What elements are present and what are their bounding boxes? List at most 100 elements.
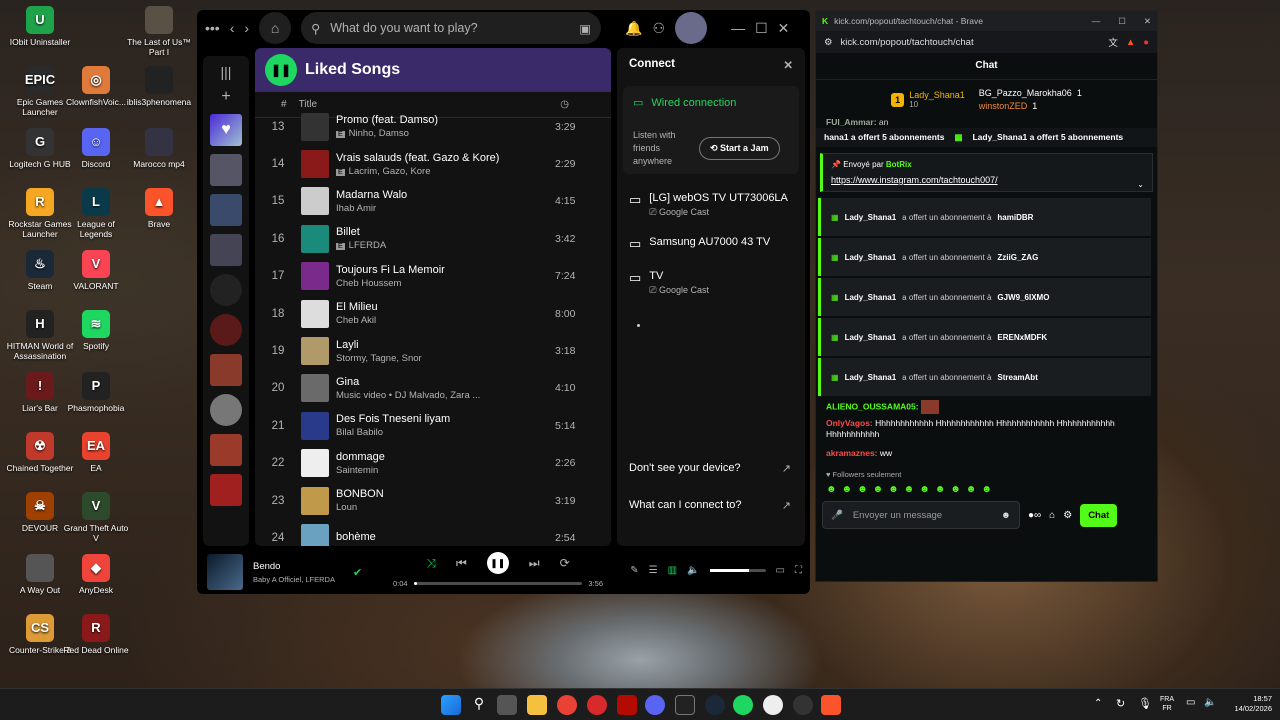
windows-start-icon[interactable] [441, 695, 461, 715]
track-row[interactable]: 24 bohème 2:54 [255, 519, 611, 546]
brave-shield-icon[interactable]: ▲ [1126, 37, 1135, 48]
gift-from[interactable]: Lady_Shana1 [845, 373, 897, 382]
task-view-icon[interactable] [497, 695, 517, 715]
track-artist[interactable]: Cheb Akil [336, 315, 376, 326]
now-playing-artist[interactable]: Baby A Officiel, LFERDA [253, 575, 347, 584]
playlist-thumb[interactable] [210, 154, 242, 186]
track-title[interactable]: Gina [336, 376, 555, 388]
home-button[interactable]: ⌂ [259, 12, 292, 44]
emote[interactable]: ☻ [904, 484, 915, 495]
check-icon[interactable]: ✔ [353, 566, 362, 579]
track-artist[interactable]: Ihab Amir [336, 203, 376, 214]
minimize-icon[interactable]: — [1092, 16, 1101, 26]
gift-from[interactable]: Lady_Shana1 [845, 333, 897, 342]
tray-app-icon[interactable]: ↻ [1116, 697, 1125, 710]
track-artist[interactable]: Stormy, Tagne, Snor [336, 353, 422, 364]
track-title[interactable]: dommage [336, 451, 555, 463]
miniplayer-icon[interactable]: ▭ [776, 565, 785, 576]
track-title[interactable]: El Milieu [336, 301, 555, 313]
help-link-device[interactable]: Don't see your device? ↗ [629, 462, 791, 475]
connect-device-icon[interactable]: ▥ [668, 565, 677, 576]
desktop-icon[interactable]: The Last of Us™ Part I [123, 6, 195, 57]
emote[interactable]: ☻ [981, 484, 992, 495]
progress-bar[interactable] [413, 582, 583, 585]
volume-icon[interactable]: 🔈 [1204, 697, 1216, 708]
emoji-icon[interactable]: ☻ [1001, 510, 1011, 521]
help-link-connect[interactable]: What can I connect to? ↗ [629, 499, 791, 512]
search-input[interactable]: What do you want to play? [330, 21, 569, 35]
device-item[interactable]: ▭ Samsung AU7000 43 TV [629, 236, 793, 252]
track-artist[interactable]: Cheb Houssem [336, 278, 401, 289]
translate-icon[interactable]: 文 [1108, 35, 1118, 49]
desktop-icon[interactable]: ◆ AnyDesk [60, 554, 132, 595]
track-artist[interactable]: Music video • DJ Malvado, Zara ... [336, 390, 480, 401]
msg-user[interactable]: ALIENO_OUSSAMA05: [826, 401, 919, 411]
track-artist[interactable]: Lacrim, Gazo, Kore [349, 166, 431, 177]
acrobat-icon[interactable] [617, 695, 637, 715]
maximize-icon[interactable]: ☐ [755, 20, 768, 37]
track-row[interactable]: 13 Promo (feat. Damso) E Ninho, Damso 3:2… [255, 108, 611, 145]
gift-to[interactable]: GJW9_6IXMO [997, 293, 1049, 302]
queue-icon[interactable]: ☰ [649, 565, 658, 576]
gift-to[interactable]: StreamAbt [997, 373, 1037, 382]
forward-icon[interactable]: › [244, 20, 249, 36]
msg-user[interactable]: OnlyVagos: [826, 418, 873, 428]
app-icon[interactable] [675, 695, 695, 715]
track-row[interactable]: 18 El Milieu Cheb Akil 8:00 [255, 295, 611, 332]
file-explorer-icon[interactable] [527, 695, 547, 715]
now-playing-title[interactable]: Bendo [253, 561, 347, 572]
track-title[interactable]: Layli [336, 339, 555, 351]
fullscreen-icon[interactable]: ⛶ [795, 565, 802, 576]
col-title[interactable]: Title [299, 99, 549, 110]
avatar[interactable] [675, 12, 708, 44]
msg-user[interactable]: FUI_Ammar: [826, 117, 877, 127]
desktop-icon[interactable]: U IObit Uninstaller [4, 6, 76, 47]
spotify-icon[interactable] [733, 695, 753, 715]
track-title[interactable]: Vrais salauds (feat. Gazo & Kore) [336, 152, 555, 164]
playlist-thumb[interactable] [210, 274, 242, 306]
library-icon[interactable]: ||| [221, 64, 232, 80]
pinned-user[interactable]: BotRix [886, 160, 912, 169]
desktop-icon[interactable]: ≋ Spotify [60, 310, 132, 351]
back-icon[interactable]: ‹ [230, 20, 235, 36]
desktop-icon[interactable]: EA EA [60, 432, 132, 473]
language-indicator[interactable]: FRA FR [1160, 695, 1174, 713]
extension-icon[interactable]: ● [1143, 37, 1149, 48]
emote[interactable]: ☻ [888, 484, 899, 495]
desktop-icon[interactable]: iblis3phenomena [123, 66, 195, 107]
track-title[interactable]: Billet [336, 226, 555, 238]
desktop-icon[interactable]: V Grand Theft Auto V [60, 492, 132, 543]
device-item[interactable]: ▭ TV ⎚ Google Cast [629, 270, 793, 296]
opera-icon[interactable] [587, 695, 607, 715]
emote[interactable]: ☻ [857, 484, 868, 495]
track-title[interactable]: BONBON [336, 488, 555, 500]
desktop-icon[interactable]: R Red Dead Online [60, 614, 132, 655]
emote[interactable]: ☻ [842, 484, 853, 495]
site-settings-icon[interactable]: ⚙ [824, 37, 833, 48]
chatgpt-icon[interactable] [763, 695, 783, 715]
gift-from[interactable]: Lady_Shana1 [845, 293, 897, 302]
brave-icon[interactable] [821, 695, 841, 715]
desktop-icon[interactable]: ☺ Discord [60, 128, 132, 169]
emote[interactable]: ☻ [826, 484, 837, 495]
browse-icon[interactable]: ▣ [579, 21, 591, 36]
previous-icon[interactable]: ⏮ [456, 556, 467, 571]
track-row[interactable]: 22 dommage Saintemin 2:26 [255, 445, 611, 482]
clock[interactable]: 18:57 14/02/2026 [1226, 694, 1272, 714]
msg-user[interactable]: akramaznes: [826, 448, 878, 458]
track-row[interactable]: 17 Toujours Fi La Memoir Cheb Houssem 7:… [255, 258, 611, 295]
volume-icon[interactable]: 🔈 [687, 565, 699, 576]
top3-name[interactable]: winstonZED [979, 101, 1028, 111]
desktop-icon[interactable]: Marocco mp4 [123, 128, 195, 169]
track-artist[interactable]: LFERDA [349, 240, 386, 251]
bell-icon[interactable]: 🔔 [625, 20, 642, 37]
track-title[interactable]: Madarna Walo [336, 189, 555, 201]
chrome-icon[interactable] [557, 695, 577, 715]
desktop-icon[interactable]: L League of Legends [60, 188, 132, 239]
pinned-link[interactable]: https://www.instagram.com/tachtouch007/ [831, 175, 1144, 185]
friends-icon[interactable]: ⚇ [653, 20, 666, 37]
now-playing-art[interactable] [207, 554, 243, 590]
track-row[interactable]: 16 Billet E LFERDA 3:42 [255, 220, 611, 257]
playlist-thumb[interactable] [210, 434, 242, 466]
volume-slider[interactable] [709, 569, 766, 572]
